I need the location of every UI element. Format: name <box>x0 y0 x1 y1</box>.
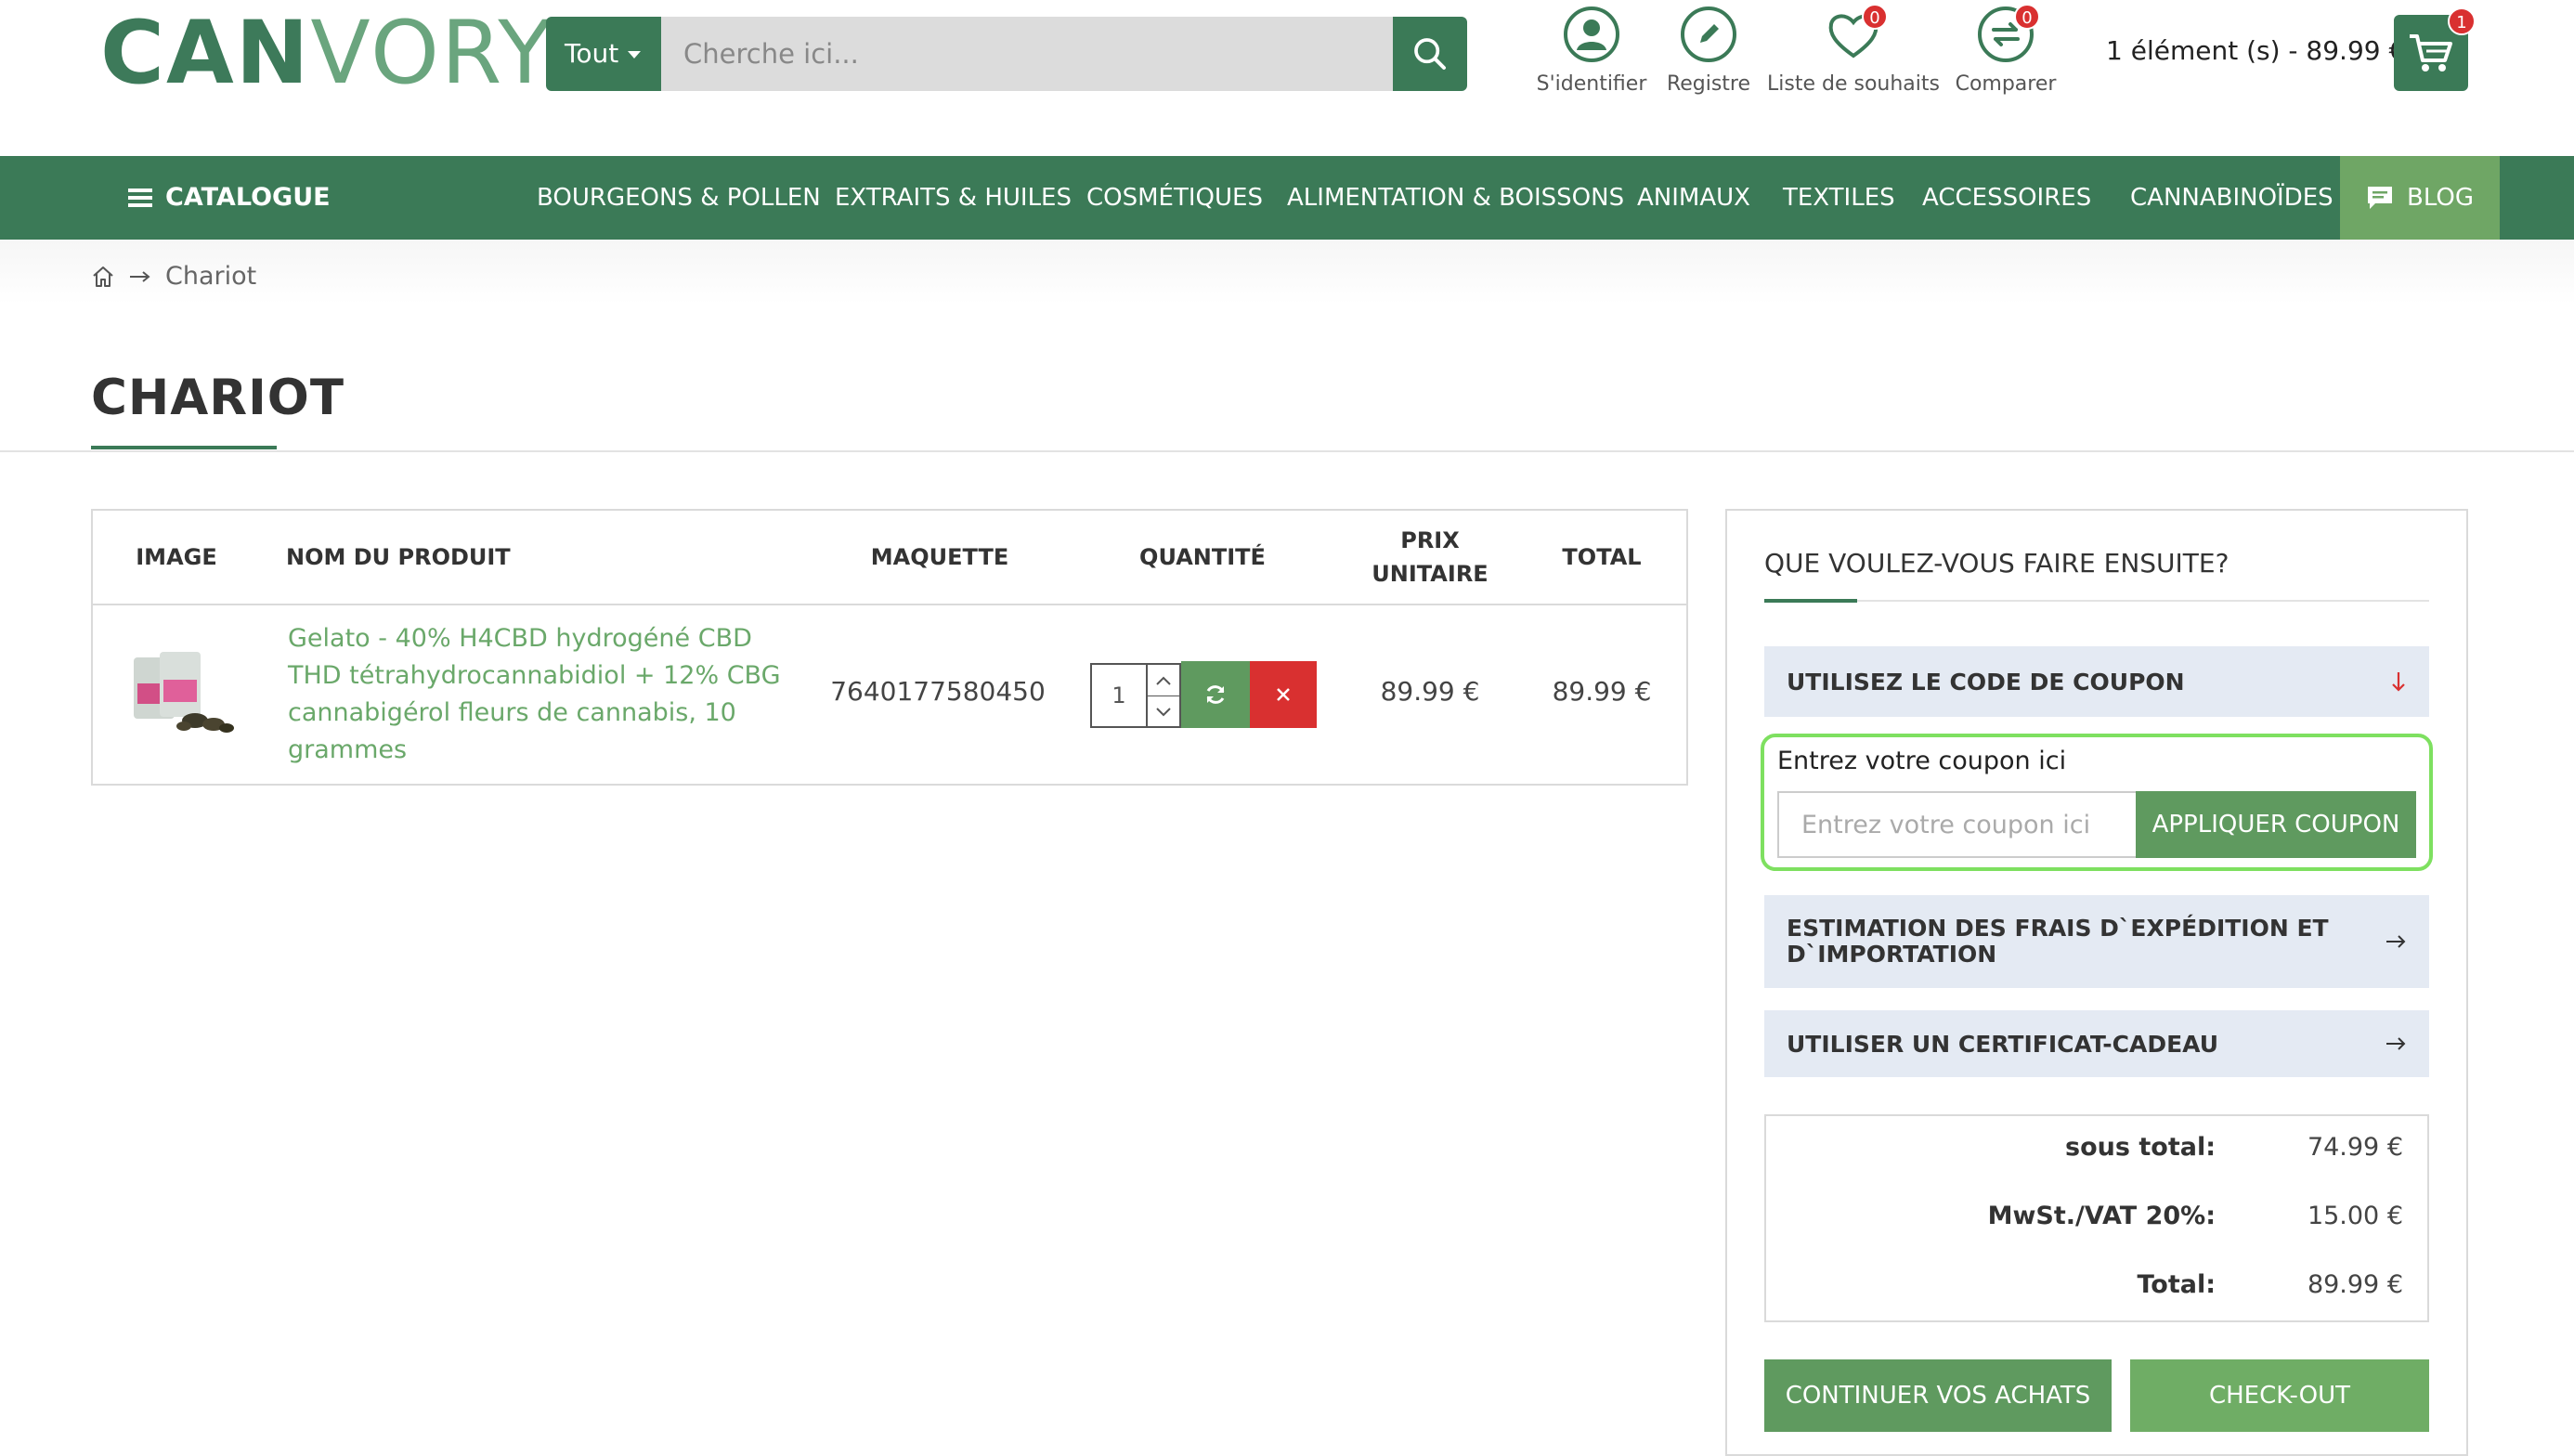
header-quantity: QUANTITÉ <box>1139 544 1266 570</box>
title-divider <box>0 450 2574 452</box>
coupon-input[interactable] <box>1777 791 2138 858</box>
arrow-right-icon <box>2386 1037 2406 1050</box>
nav-item-textiles[interactable]: TEXTILES <box>1783 156 1895 240</box>
header-model: MAQUETTE <box>870 544 1009 570</box>
hamburger-icon <box>128 188 152 207</box>
catalogue-label: CATALOGUE <box>165 183 331 212</box>
logo-bold-text: CAN <box>100 3 311 104</box>
gift-header-label: UTILISER UN CERTIFICAT-CADEAU <box>1787 1030 2219 1058</box>
refresh-icon <box>1206 685 1225 704</box>
table-header-divider <box>91 604 1688 605</box>
quantity-input[interactable]: 1 <box>1090 663 1148 728</box>
shipping-header-line2: D`IMPORTATION <box>1787 941 1997 968</box>
compare-badge: 0 <box>2014 4 2040 30</box>
nav-item-alimentation-boissons[interactable]: ALIMENTATION & BOISSONS <box>1287 156 1624 240</box>
apply-coupon-button[interactable]: APPLIQUER COUPON <box>2136 791 2416 858</box>
shipping-header-line1: ESTIMATION DES FRAIS D`EXPÉDITION ET <box>1787 915 2329 942</box>
product-total: 89.99 € <box>1552 676 1652 707</box>
panel-title: QUE VOULEZ-VOUS FAIRE ENSUITE? <box>1764 548 2230 578</box>
header-unit-price-line2: UNITAIRE <box>1372 561 1488 587</box>
nav-item-bourgeons-pollen[interactable]: BOURGEONS & POLLEN <box>537 156 821 240</box>
arrow-right-icon <box>2386 935 2406 948</box>
shipping-header-label: ESTIMATION DES FRAIS D`EXPÉDITION ET D`IM… <box>1787 916 2329 968</box>
continue-shopping-button[interactable]: CONTINUER VOS ACHATS <box>1764 1359 2112 1432</box>
pencil-icon <box>1681 6 1736 62</box>
catalogue-menu[interactable]: CATALOGUE <box>128 156 331 240</box>
remove-item-button[interactable] <box>1250 661 1317 728</box>
nav-item-extraits-huiles[interactable]: EXTRAITS & HUILES <box>835 156 1072 240</box>
wishlist-badge: 0 <box>1862 4 1888 30</box>
breadcrumb: Chariot <box>91 262 256 291</box>
shipping-accordion-header[interactable]: ESTIMATION DES FRAIS D`EXPÉDITION ET D`IM… <box>1764 895 2429 988</box>
header-unit-price: PRIX UNITAIRE <box>1337 524 1523 591</box>
subtotal-label: sous total: <box>2065 1133 2216 1162</box>
product-image[interactable] <box>128 648 236 734</box>
cart-summary[interactable]: 1 élément (s) - 89.99 € <box>2106 35 2405 66</box>
product-name-link[interactable]: Gelato - 40% H4CBD hydrogéné CBD THD tét… <box>288 620 789 769</box>
page-title: CHARIOT <box>91 370 345 426</box>
shopping-cart-icon <box>2410 34 2452 72</box>
register-label: Registre <box>1666 72 1751 96</box>
compare-link[interactable]: 0 Comparer <box>1941 4 2071 96</box>
site-logo[interactable]: CANVORY <box>100 7 553 100</box>
wishlist-label: Liste de souhaits <box>1767 72 1940 96</box>
nav-item-animaux[interactable]: ANIMAUX <box>1637 156 1750 240</box>
blog-label: BLOG <box>2406 184 2474 212</box>
chevron-up-icon <box>1156 676 1171 685</box>
home-icon[interactable] <box>91 265 115 289</box>
user-icon <box>1564 6 1619 62</box>
header-unit-price-line1: PRIX <box>1400 527 1460 553</box>
quantity-stepper[interactable] <box>1148 663 1181 728</box>
login-link[interactable]: S'identifier <box>1527 4 1657 96</box>
quantity-decrease[interactable] <box>1148 696 1179 727</box>
quantity-increase[interactable] <box>1148 665 1179 696</box>
chevron-down-icon <box>1156 707 1171 716</box>
logo-light-text: VORY <box>310 3 553 104</box>
arrow-right-icon <box>130 270 150 282</box>
vat-value: 15.00 € <box>2307 1202 2403 1230</box>
coupon-header-label: UTILISEZ LE CODE DE COUPON <box>1787 668 2185 696</box>
caret-down-icon <box>628 51 642 58</box>
search-input[interactable] <box>661 17 1393 91</box>
update-quantity-button[interactable] <box>1181 661 1250 728</box>
search-icon <box>1414 38 1446 70</box>
coupon-label: Entrez votre coupon ici <box>1777 747 2067 775</box>
wishlist-link[interactable]: 0 Liste de souhaits <box>1767 4 1940 96</box>
product-unit-price: 89.99 € <box>1380 676 1480 707</box>
panel-title-underline <box>1764 599 1857 603</box>
arrow-down-icon <box>2392 672 2405 692</box>
vat-label: MwSt./VAT 20%: <box>1987 1202 2216 1230</box>
total-label: Total: <box>2137 1270 2216 1299</box>
gift-certificate-accordion-header[interactable]: UTILISER UN CERTIFICAT-CADEAU <box>1764 1010 2429 1077</box>
panel-title-divider <box>1764 600 2429 602</box>
nav-item-blog[interactable]: BLOG <box>2340 156 2500 240</box>
nav-item-cosmetiques[interactable]: COSMÉTIQUES <box>1086 156 1263 240</box>
breadcrumb-current[interactable]: Chariot <box>165 262 256 291</box>
header-image: IMAGE <box>136 544 217 570</box>
cart-badge: 1 <box>2448 7 2476 35</box>
comment-icon <box>2367 187 2392 209</box>
close-icon <box>1277 688 1290 701</box>
compare-label: Comparer <box>1955 72 2057 96</box>
checkout-button[interactable]: CHECK-OUT <box>2130 1359 2429 1432</box>
header-total: TOTAL <box>1562 544 1642 570</box>
nav-item-cannabinoides[interactable]: CANNABINOÏDES <box>2130 156 2334 240</box>
nav-item-accessoires[interactable]: ACCESSOIRES <box>1922 156 2091 240</box>
coupon-accordion-header[interactable]: UTILISEZ LE CODE DE COUPON <box>1764 646 2429 717</box>
header-product-name: NOM DU PRODUIT <box>286 544 511 570</box>
product-model: 7640177580450 <box>830 676 1046 707</box>
search-category-select[interactable]: Tout <box>546 17 661 91</box>
search-button[interactable] <box>1393 17 1467 91</box>
total-value: 89.99 € <box>2307 1270 2403 1299</box>
breadcrumb-bar <box>0 240 2574 305</box>
title-underline <box>91 446 277 449</box>
search-category-label: Tout <box>565 38 619 69</box>
register-link[interactable]: Registre <box>1644 4 1774 96</box>
subtotal-value: 74.99 € <box>2307 1133 2403 1162</box>
login-label: S'identifier <box>1536 72 1647 96</box>
